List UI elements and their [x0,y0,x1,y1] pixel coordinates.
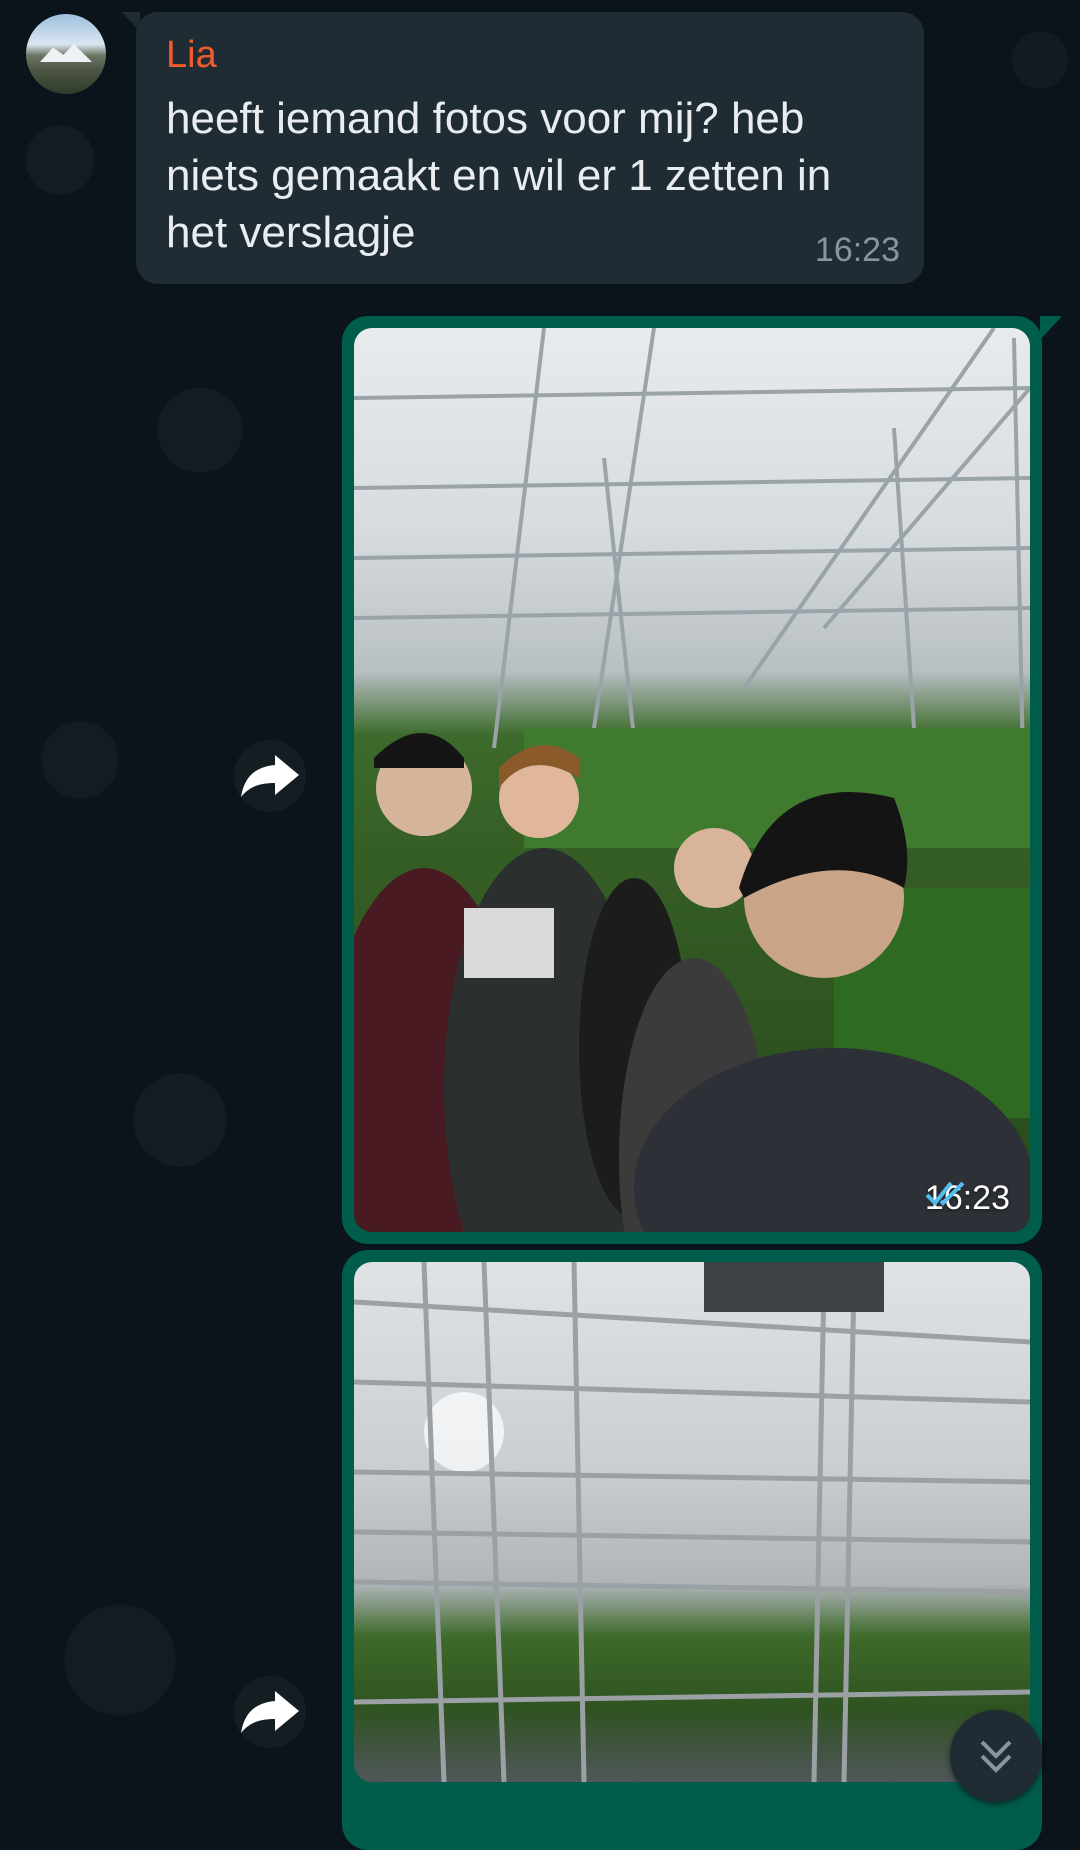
incoming-message-bubble[interactable]: Lia heeft iemand fotos voor mij? heb nie… [122,12,924,284]
outgoing-photo-bubble[interactable]: 16:23 [342,316,1062,1244]
photo-content [354,328,1030,1232]
outgoing-photo-bubble[interactable] [342,1250,1042,1850]
scroll-to-bottom-button[interactable] [950,1710,1042,1802]
greenhouse-interior-photo[interactable] [354,1262,1030,1782]
sender-name[interactable]: Lia [166,34,217,77]
sender-avatar[interactable] [26,14,106,94]
double-check-icon [925,1181,965,1206]
photo-meta: 16:23 [925,1179,1010,1218]
forward-button[interactable] [234,740,306,812]
avatar-mountain-snow [40,44,92,62]
forward-arrow-icon [241,1691,299,1733]
forward-button[interactable] [234,1676,306,1748]
forward-arrow-icon [241,755,299,797]
message-text: heeft iemand fotos voor mij? heb niets g… [166,94,832,257]
greenhouse-group-photo[interactable]: 16:23 [354,328,1030,1232]
double-chevron-down-icon [980,1740,1012,1773]
photo-content [354,1262,1030,1782]
message-time: 16:23 [814,231,900,269]
